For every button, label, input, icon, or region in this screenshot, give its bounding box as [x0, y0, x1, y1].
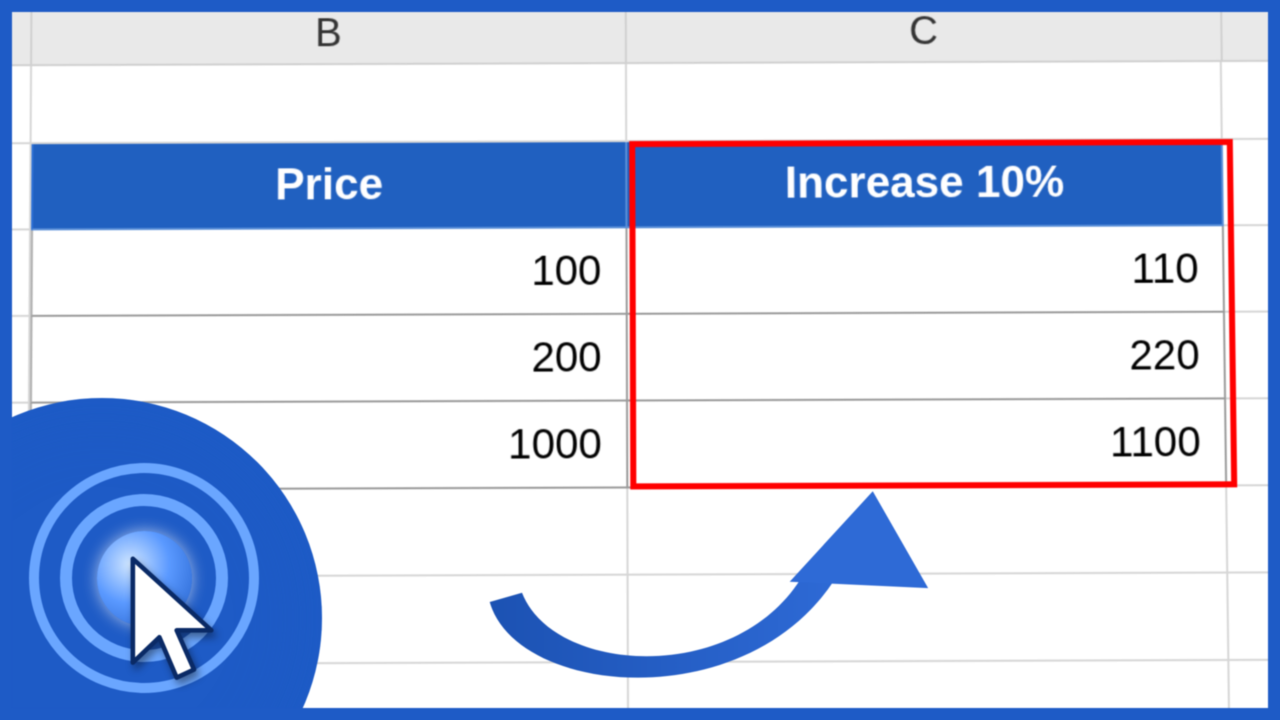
corner-gutter [12, 12, 32, 66]
cell-D[interactable] [1224, 226, 1268, 313]
table-header-row: Price Increase 10% [12, 140, 1268, 231]
row-gutter [12, 144, 31, 230]
cell-D-blank[interactable] [1222, 62, 1268, 140]
column-header-row: B C [12, 12, 1268, 66]
cell-D-blank[interactable] [1229, 573, 1268, 661]
table-header-increase[interactable]: Increase 10% [627, 140, 1224, 228]
cell-price-2[interactable]: 200 [30, 315, 628, 404]
cell-C-blank[interactable] [627, 62, 1223, 142]
table-row: 200 220 [12, 312, 1268, 403]
table-row: 100 110 [12, 226, 1268, 317]
cell-price-1[interactable]: 100 [30, 228, 628, 317]
cell-C-blank[interactable] [628, 486, 1228, 575]
column-header-C[interactable]: C [627, 12, 1222, 64]
cell-D[interactable] [1225, 312, 1268, 399]
spreadsheet-viewport: B C Price Increase 10% 100 [12, 12, 1268, 708]
cell-C-blank[interactable] [629, 574, 1230, 664]
cell-D[interactable] [1226, 399, 1268, 486]
target-icon [29, 463, 259, 693]
grid-row-blank-top [12, 62, 1268, 145]
table-header-price[interactable]: Price [31, 142, 628, 230]
cell-increase-2[interactable]: 220 [628, 313, 1227, 402]
cell-increase-1[interactable]: 110 [627, 226, 1225, 315]
cell-D-blank[interactable] [1227, 486, 1268, 573]
cursor-icon [119, 553, 239, 703]
column-header-D[interactable] [1222, 12, 1268, 62]
cell-D-blank[interactable] [1230, 661, 1268, 708]
cell-B-blank[interactable] [31, 64, 627, 144]
cell-C-blank[interactable] [629, 661, 1231, 708]
row-gutter [12, 317, 30, 404]
column-header-B[interactable]: B [32, 12, 627, 66]
cell-increase-3[interactable]: 1100 [628, 399, 1227, 488]
cell-D[interactable] [1223, 140, 1268, 227]
row-gutter [12, 66, 32, 144]
row-gutter [12, 230, 31, 317]
